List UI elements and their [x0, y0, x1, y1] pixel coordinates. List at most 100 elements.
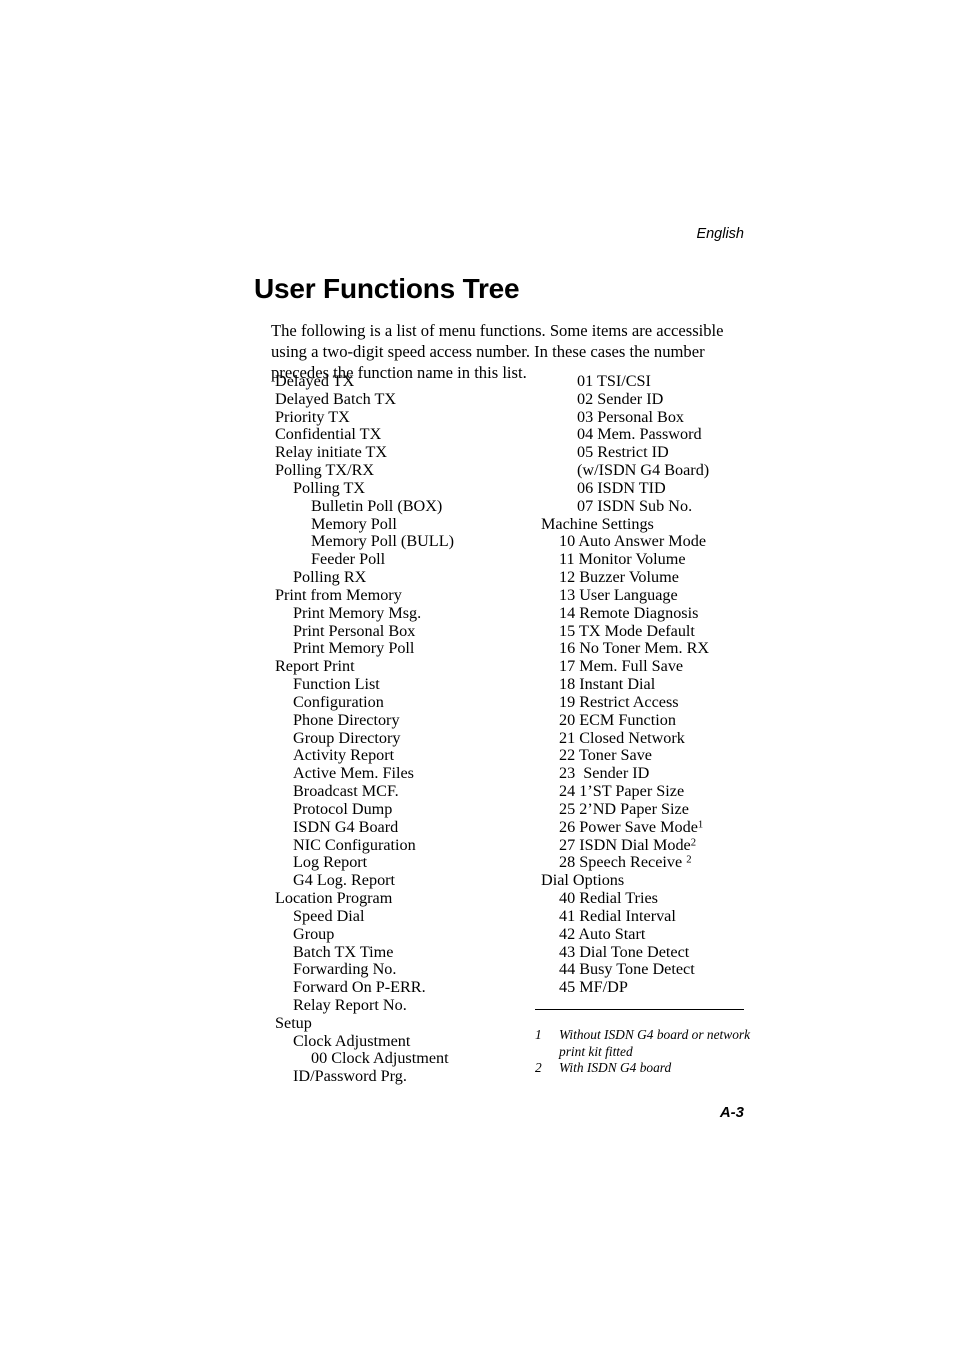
- function-tree-item: Bulletin Poll (BOX): [275, 496, 525, 516]
- function-tree-item-label: 17 Mem. Full Save: [559, 657, 684, 676]
- function-tree-item-label: Phone Directory: [293, 710, 400, 729]
- function-tree-item-label: Forward On P-ERR.: [293, 978, 426, 997]
- function-tree-item: Function List: [275, 675, 525, 694]
- function-tree-item-label: 26 Power Save Mode: [559, 817, 698, 836]
- function-tree-item-label: 05 Restrict ID: [577, 443, 669, 462]
- function-tree-item: Print Personal Box: [275, 622, 525, 641]
- function-tree-item: Relay initiate TX: [275, 443, 525, 462]
- function-tree-item: Active Mem. Files: [275, 764, 525, 783]
- running-header-language: English: [696, 226, 744, 242]
- function-tree-item-label: Group: [293, 924, 335, 943]
- function-tree-item: Report Print: [275, 657, 525, 676]
- function-tree-right-column: 01 TSI/CSI 02 Sender ID 03 Personal Box 04 …: [541, 372, 791, 997]
- function-tree-item-label: 13 User Language: [559, 585, 678, 604]
- function-tree-item-label: 16 No Toner Mem. RX: [559, 639, 710, 658]
- function-tree-item: 23 Sender ID: [541, 764, 791, 783]
- function-tree-item-label: Delayed TX: [275, 372, 355, 390]
- function-tree-item: 16 No Toner Mem. RX: [541, 640, 791, 658]
- function-tree-item-label: Memory Poll (BULL): [311, 532, 454, 551]
- function-tree-item: Delayed TX: [275, 372, 525, 391]
- footnote-text: With ISDN G4 board: [559, 1060, 672, 1076]
- function-tree-item: Location Program: [275, 889, 525, 908]
- function-tree-left-column: Delayed TX Delayed Batch TX Priority TX Con…: [275, 372, 525, 1086]
- function-tree-item-label: G4 Log. Report: [293, 871, 396, 890]
- function-tree-item-label: Feeder Poll: [311, 550, 386, 569]
- function-tree-item-label: 43 Dial Tone Detect: [559, 942, 690, 961]
- function-tree-item: 07 ISDN Sub No.: [541, 497, 791, 516]
- function-tree-item-label: 22 Toner Save: [559, 746, 652, 765]
- function-tree-item-label: 15 TX Mode Default: [559, 621, 695, 640]
- function-tree-item: 28 Speech Receive 2: [541, 853, 791, 872]
- function-tree-item: Priority TX: [275, 407, 525, 427]
- function-tree-item: 15 TX Mode Default: [541, 621, 791, 641]
- function-tree-item: Broadcast MCF.: [275, 782, 525, 801]
- function-tree-item: 11 Monitor Volume: [541, 550, 791, 569]
- function-tree-item-label: Relay Report No.: [293, 995, 407, 1014]
- function-tree-item: Log Report: [275, 853, 525, 872]
- function-tree-item-label: Confidential TX: [275, 425, 382, 444]
- function-tree-item: (w/ISDN G4 Board): [541, 461, 791, 480]
- function-tree-item-label: Location Program: [275, 889, 393, 908]
- page-title: User Functions Tree: [254, 272, 520, 304]
- function-tree-item: Memory Poll (BULL): [275, 533, 525, 551]
- function-tree-item-label: Broadcast MCF.: [293, 782, 399, 801]
- function-tree-item-label: 45 MF/DP: [559, 978, 628, 997]
- function-tree-item: 17 Mem. Full Save: [541, 657, 791, 676]
- function-tree-item: 27 ISDN Dial Mode2: [541, 836, 791, 855]
- function-tree-item-label: 24 1’ST Paper Size: [559, 782, 685, 801]
- function-tree-item: 42 Auto Start: [541, 925, 791, 944]
- function-tree-item-label: 11 Monitor Volume: [559, 550, 686, 569]
- function-tree-item: Polling TX/RX: [275, 461, 525, 480]
- function-tree-item: Print from Memory: [275, 586, 525, 605]
- function-tree-item: Group Directory: [275, 729, 525, 748]
- function-tree-item: 10 Auto Answer Mode: [541, 533, 791, 551]
- footnote-reference: 2: [686, 853, 692, 866]
- function-tree-item-label: Relay initiate TX: [275, 443, 388, 462]
- function-tree-item-label: 14 Remote Diagnosis: [559, 603, 699, 622]
- function-tree-item: ID/Password Prg.: [275, 1067, 525, 1086]
- function-tree-item: Print Memory Msg.: [275, 603, 525, 623]
- function-tree-item: 45 MF/DP: [541, 978, 791, 997]
- function-tree-item: 43 Dial Tone Detect: [541, 942, 791, 962]
- function-tree-item: 22 Toner Save: [541, 746, 791, 765]
- function-tree-item-label: Bulletin Poll (BOX): [311, 496, 443, 515]
- function-tree-item-label: 21 Closed Network: [559, 728, 685, 747]
- function-tree-item-label: Log Report: [293, 853, 368, 872]
- function-tree-item: Speed Dial: [275, 907, 525, 926]
- footnote-reference: 2: [690, 836, 697, 849]
- function-tree-item: Group: [275, 924, 525, 944]
- function-tree-item-label: Polling TX/RX: [275, 461, 375, 480]
- function-tree-item: Phone Directory: [275, 710, 525, 730]
- function-tree-item-label: 02 Sender ID: [577, 389, 664, 408]
- function-tree-item: 44 Busy Tone Detect: [541, 960, 791, 979]
- function-tree-item-label: (w/ISDN G4 Board): [577, 461, 710, 480]
- function-tree-item-label: 28 Speech Receive: [559, 853, 687, 872]
- function-tree-item: 12 Buzzer Volume: [541, 568, 791, 587]
- function-tree-item: Setup: [275, 1013, 525, 1033]
- function-tree-item-label: 19 Restrict Access: [559, 692, 679, 711]
- footnote-reference: 1: [697, 818, 704, 831]
- function-tree-item: 02 Sender ID: [541, 389, 791, 409]
- function-tree-item-label: Print Memory Msg.: [293, 603, 422, 622]
- function-tree-item: 20 ECM Function: [541, 711, 791, 730]
- function-tree-item: G4 Log. Report: [275, 871, 525, 890]
- function-tree-item-label: Report Print: [275, 657, 355, 676]
- function-tree-item-label: Priority TX: [275, 407, 350, 426]
- function-tree-item: 00 Clock Adjustment: [275, 1050, 525, 1068]
- function-tree-item-label: Delayed Batch TX: [275, 389, 397, 408]
- function-tree-item: ISDN G4 Board: [275, 818, 525, 837]
- page-number: A-3: [719, 1104, 744, 1121]
- function-tree-item-label: 10 Auto Answer Mode: [559, 532, 707, 551]
- function-tree-item: 40 Redial Tries: [541, 889, 791, 908]
- function-tree-item-label: Setup: [275, 1013, 312, 1032]
- function-tree-item: 19 Restrict Access: [541, 692, 791, 712]
- function-tree-item: 21 Closed Network: [541, 728, 791, 748]
- footnote-item: 1 Without ISDN G4 board or network print …: [535, 1027, 765, 1060]
- function-tree-item-label: Polling RX: [293, 568, 367, 587]
- function-tree-item: Delayed Batch TX: [275, 389, 525, 409]
- function-tree-item: Polling TX: [275, 479, 525, 498]
- function-tree-item-label: Function List: [293, 675, 380, 694]
- function-tree-item: Confidential TX: [275, 426, 525, 444]
- function-tree-item-label: NIC Configuration: [293, 835, 416, 854]
- function-tree-item-label: 12 Buzzer Volume: [559, 568, 679, 587]
